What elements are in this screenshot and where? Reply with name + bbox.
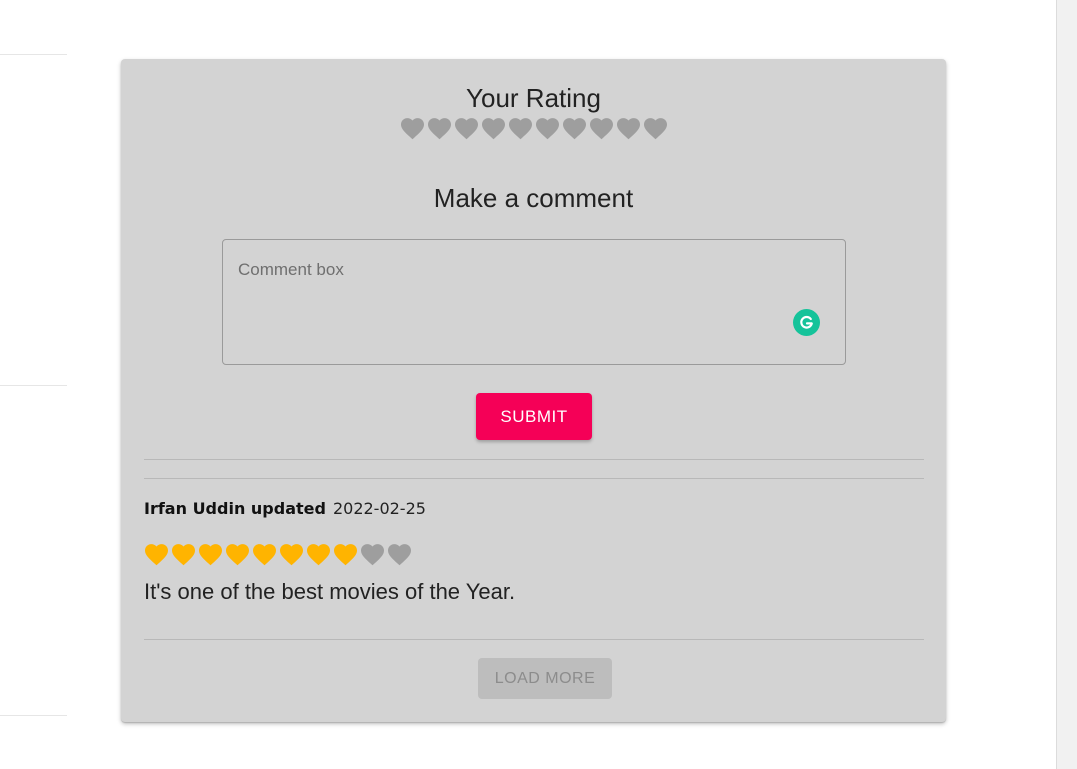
left-divider [0,54,67,55]
divider [144,639,924,640]
heart-icon [280,544,303,566]
load-more-button[interactable]: LOAD MORE [478,658,612,699]
heart-icon[interactable] [454,117,479,140]
review-rating [144,543,412,566]
heart-icon[interactable] [400,117,425,140]
heart-icon [226,544,249,566]
divider [144,459,924,460]
review-header: Irfan Uddin updated 2022-02-25 [144,499,426,518]
heart-icon [172,544,195,566]
submit-button[interactable]: SUBMIT [476,393,592,440]
heart-icon [388,544,411,566]
rating-input[interactable] [121,117,946,140]
heart-icon[interactable] [481,117,506,140]
review-author: Irfan Uddin updated [144,499,326,518]
grammarly-icon[interactable] [793,309,820,336]
heart-icon[interactable] [427,117,452,140]
comment-title: Make a comment [433,183,634,213]
comment-input[interactable] [222,239,846,365]
heart-icon[interactable] [589,117,614,140]
rating-title: Your Rating [466,83,601,113]
heart-icon [145,544,168,566]
left-divider [0,385,67,386]
left-divider [0,715,67,716]
heart-icon[interactable] [616,117,641,140]
review-text: It's one of the best movies of the Year. [144,579,516,604]
heart-icon[interactable] [508,117,533,140]
heart-icon[interactable] [643,117,668,140]
heart-icon [253,544,276,566]
review-card: Your Rating Make a comment SUBMIT Irfan … [121,59,946,722]
heart-icon [361,544,384,566]
review-date: 2022-02-25 [332,499,426,518]
heart-icon [199,544,222,566]
heart-icon [334,544,357,566]
heart-icon[interactable] [535,117,560,140]
page: Your Rating Make a comment SUBMIT Irfan … [0,0,1077,769]
divider [144,478,924,479]
scrollbar-track[interactable] [1056,0,1077,769]
heart-icon [307,544,330,566]
heart-icon[interactable] [562,117,587,140]
